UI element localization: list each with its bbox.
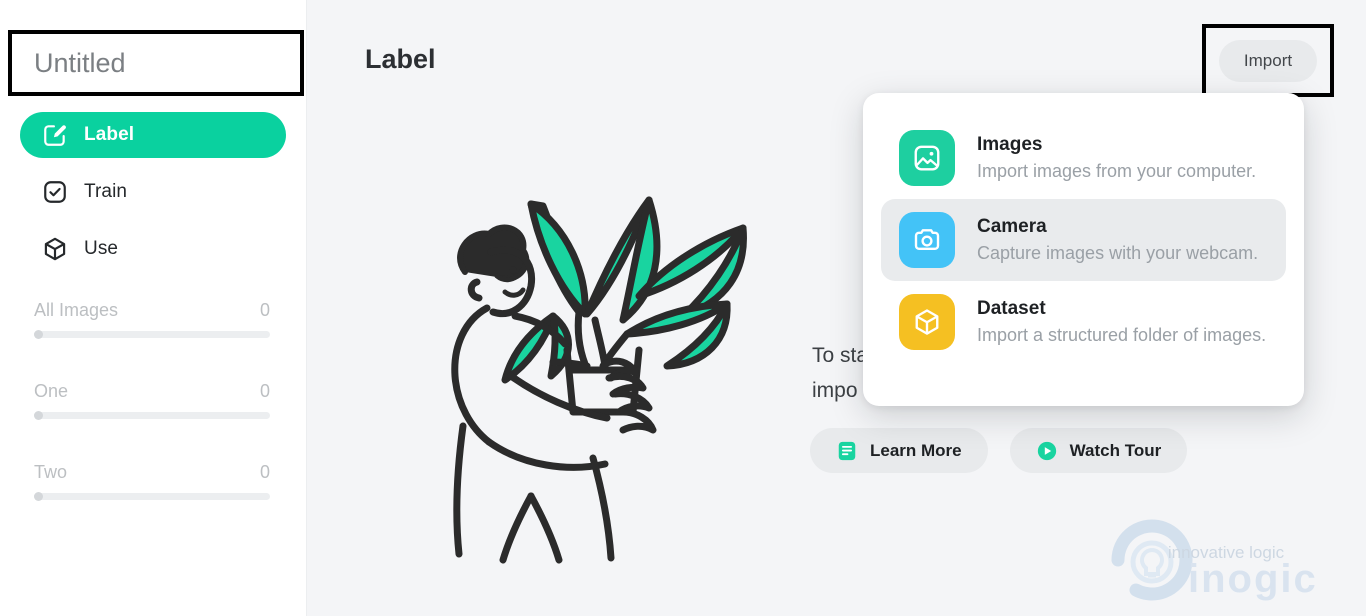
class-row-one[interactable]: One 0 bbox=[34, 381, 270, 420]
watch-tour-button[interactable]: Watch Tour bbox=[1009, 428, 1188, 473]
sidebar-nav: Label Train Use bbox=[20, 112, 286, 283]
document-icon bbox=[838, 441, 856, 460]
class-progress-bar bbox=[34, 492, 270, 501]
cube-icon bbox=[44, 237, 66, 261]
class-progress-bar bbox=[34, 411, 270, 420]
class-name: All Images bbox=[34, 300, 119, 320]
sidebar: Label Train Use All Images bbox=[0, 0, 306, 616]
class-progress-knob bbox=[34, 330, 43, 339]
import-menu-description: Import a structured folder of images. bbox=[977, 325, 1267, 346]
watermark-brand: inogic bbox=[1188, 557, 1318, 601]
import-menu-item-images[interactable]: Images Import images from your computer. bbox=[881, 117, 1286, 199]
import-dropdown-menu: Images Import images from your computer.… bbox=[863, 93, 1304, 406]
import-menu-description: Capture images with your webcam. bbox=[977, 243, 1259, 264]
class-progress-bar bbox=[34, 330, 270, 339]
pencil-square-icon bbox=[44, 125, 66, 146]
sidebar-item-label-text: Label bbox=[84, 124, 135, 145]
cta-row: Learn More Watch Tour bbox=[810, 428, 1188, 473]
image-icon bbox=[899, 130, 955, 186]
sidebar-item-train-text: Train bbox=[84, 181, 128, 202]
empty-state-illustration bbox=[427, 180, 767, 570]
import-menu-title: Camera bbox=[977, 215, 1047, 237]
import-menu-item-dataset[interactable]: Dataset Import a structured folder of im… bbox=[881, 281, 1286, 363]
import-button-annotation: Import bbox=[1202, 24, 1334, 97]
app-window: Label Train Use All Images bbox=[0, 0, 1366, 616]
play-circle-icon bbox=[1037, 441, 1056, 460]
sidebar-item-train[interactable]: Train bbox=[20, 169, 286, 215]
import-button[interactable]: Import bbox=[1218, 39, 1318, 82]
page-title: Label bbox=[365, 44, 436, 74]
sidebar-item-use-text: Use bbox=[84, 238, 119, 259]
import-menu-title: Images bbox=[977, 133, 1043, 155]
class-progress-knob bbox=[34, 411, 43, 420]
class-name: Two bbox=[34, 462, 68, 482]
sidebar-item-label[interactable]: Label bbox=[20, 112, 286, 158]
watch-tour-label: Watch Tour bbox=[1069, 440, 1162, 460]
check-square-icon bbox=[44, 181, 66, 203]
import-menu-item-camera[interactable]: Camera Capture images with your webcam. bbox=[881, 199, 1286, 281]
import-menu-title: Dataset bbox=[977, 297, 1046, 319]
learn-more-button[interactable]: Learn More bbox=[810, 428, 988, 473]
import-menu-description: Import images from your computer. bbox=[977, 161, 1257, 182]
class-progress-knob bbox=[34, 492, 43, 501]
class-count: 0 bbox=[259, 462, 270, 482]
class-list: All Images 0 One 0 Two 0 bbox=[34, 300, 270, 543]
inogic-watermark: innovative logic inogic bbox=[1104, 518, 1352, 602]
camera-icon bbox=[899, 212, 955, 268]
class-count: 0 bbox=[259, 300, 270, 320]
class-count: 0 bbox=[259, 381, 270, 401]
class-name: One bbox=[34, 381, 69, 401]
cube-icon bbox=[899, 294, 955, 350]
class-row-two[interactable]: Two 0 bbox=[34, 462, 270, 501]
learn-more-label: Learn More bbox=[870, 440, 962, 460]
project-title-annotation bbox=[8, 30, 304, 96]
project-title-input[interactable] bbox=[12, 34, 300, 92]
sidebar-item-use[interactable]: Use bbox=[20, 226, 286, 272]
class-row-all-images[interactable]: All Images 0 bbox=[34, 300, 270, 339]
